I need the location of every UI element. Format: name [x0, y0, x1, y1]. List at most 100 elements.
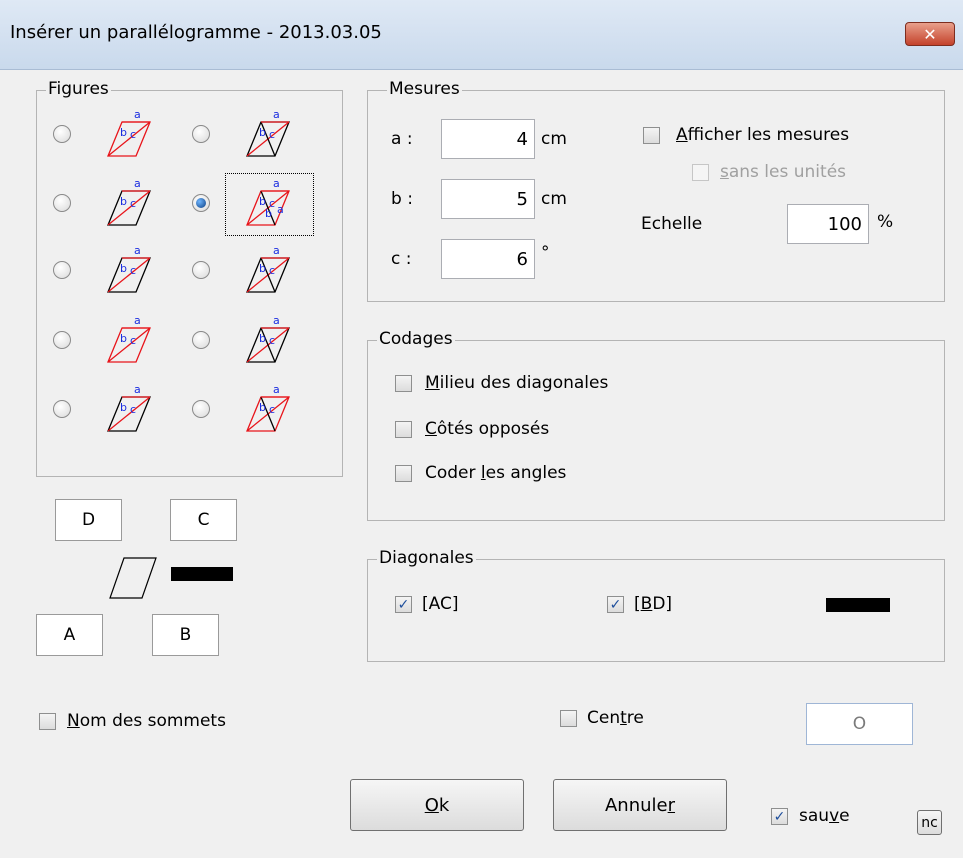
- ok-button[interactable]: Ok: [350, 779, 524, 831]
- nom-sommets-text: om des sommets: [79, 711, 226, 731]
- sauve-mnemonic: v: [829, 806, 840, 826]
- close-button[interactable]: ✕: [905, 22, 955, 46]
- figure-option-4-icon[interactable]: ab c ab: [239, 177, 293, 229]
- figure-option-2-icon[interactable]: ab c: [239, 108, 293, 160]
- sans-unites-label[interactable]: sans les unités: [720, 162, 846, 182]
- sauve-label[interactable]: sauve: [799, 806, 850, 826]
- vertex-c-label: C: [197, 510, 210, 530]
- centre-label[interactable]: Centre: [587, 708, 644, 728]
- figure-option-10-label-3: c: [269, 403, 275, 416]
- measure-c-value: 6: [516, 248, 528, 270]
- vertex-b-box[interactable]: B: [152, 614, 219, 656]
- bd-mnemonic: B: [640, 594, 653, 614]
- figure-option-9-label-1: a: [134, 383, 141, 396]
- figure-option-8-radio[interactable]: [192, 331, 210, 349]
- measure-c-input[interactable]: 6: [441, 239, 535, 279]
- figure-option-2-label-1: a: [273, 108, 280, 121]
- bd-text-pre: [: [634, 594, 641, 614]
- diagonal-bd-checkbox[interactable]: ✓: [607, 596, 624, 613]
- angles-text-pre: Coder: [425, 463, 481, 483]
- measure-a-input[interactable]: 4: [441, 119, 535, 159]
- diagonal-ac-check-icon: ✓: [397, 596, 410, 613]
- centre-name-input[interactable]: O: [806, 703, 913, 745]
- cotes-opposes-label[interactable]: Côtés opposés: [425, 419, 549, 439]
- sauve-check-icon: ✓: [773, 808, 786, 825]
- figure-option-1-icon[interactable]: ab c: [100, 108, 154, 160]
- diagonales-legend: Diagonales: [377, 548, 476, 568]
- figure-option-6-label-2: b: [259, 262, 266, 275]
- milieu-diagonales-checkbox[interactable]: [395, 375, 412, 392]
- vertex-c-box[interactable]: C: [170, 499, 237, 541]
- diagonal-ac-checkbox[interactable]: ✓: [395, 596, 412, 613]
- vertex-a-label: A: [63, 625, 76, 645]
- figure-option-1-label-2: b: [120, 126, 127, 139]
- vertex-a-box[interactable]: A: [36, 614, 103, 656]
- figure-option-6-label-1: a: [273, 244, 280, 257]
- figure-option-7-radio[interactable]: [53, 331, 71, 349]
- diagonal-bd-label[interactable]: [BD]: [634, 594, 672, 614]
- figure-option-10-icon[interactable]: ab c: [239, 383, 293, 435]
- parallelogram-preview-icon: [109, 557, 157, 599]
- coder-angles-label[interactable]: Coder les angles: [425, 463, 566, 483]
- annuler-text: Annule: [604, 794, 668, 816]
- nc-button[interactable]: nc: [917, 810, 942, 835]
- figure-option-4-label-5: b: [265, 207, 272, 220]
- figure-option-6-radio[interactable]: [192, 261, 210, 279]
- figure-option-9-icon[interactable]: ab c: [100, 383, 154, 435]
- figure-option-5-label-2: b: [120, 262, 127, 275]
- figure-option-5-radio[interactable]: [53, 261, 71, 279]
- figure-option-1-radio[interactable]: [53, 125, 71, 143]
- figure-option-3-radio[interactable]: [53, 194, 71, 212]
- afficher-mesures-label[interactable]: Afficher les mesures: [676, 125, 849, 145]
- figure-option-6-label-3: c: [269, 264, 275, 277]
- measure-b-input[interactable]: 5: [441, 179, 535, 219]
- sans-unites-mnemonic: s: [720, 162, 729, 182]
- centre-mnemonic: t: [620, 708, 627, 728]
- figure-option-4-radio[interactable]: [192, 194, 210, 212]
- figure-option-10-radio[interactable]: [192, 400, 210, 418]
- measure-b-label: b :: [391, 189, 413, 209]
- afficher-mesures-mnemonic: A: [676, 125, 688, 145]
- sans-unites-checkbox[interactable]: [692, 164, 709, 181]
- afficher-mesures-text: fficher les mesures: [687, 125, 850, 145]
- milieu-text: ilieu des diagonales: [439, 373, 609, 393]
- cotes-opposes-checkbox[interactable]: [395, 421, 412, 438]
- figure-option-5-icon[interactable]: ab c: [100, 244, 154, 296]
- sauve-checkbox[interactable]: ✓: [771, 808, 788, 825]
- figure-option-5-label-1: a: [134, 244, 141, 257]
- sauve-text-pre: sau: [799, 806, 830, 826]
- line-color-swatch[interactable]: [171, 567, 233, 581]
- figure-option-7-icon[interactable]: ab c: [100, 314, 154, 366]
- figure-option-3-label-1: a: [134, 177, 141, 190]
- diagonal-color-swatch[interactable]: [826, 598, 890, 612]
- angles-text-post: es angles: [485, 463, 567, 483]
- figure-option-1-label-1: a: [134, 108, 141, 121]
- ok-text: k: [438, 794, 450, 816]
- vertex-b-label: B: [179, 625, 192, 645]
- figure-option-9-radio[interactable]: [53, 400, 71, 418]
- nom-sommets-label[interactable]: Nom des sommets: [67, 711, 226, 731]
- figure-option-8-label-1: a: [273, 314, 280, 327]
- measure-a-value: 4: [516, 128, 528, 150]
- milieu-mnemonic: M: [425, 373, 440, 393]
- vertex-d-box[interactable]: D: [55, 499, 122, 541]
- figure-option-9-label-3: c: [130, 403, 136, 416]
- diagonal-ac-label[interactable]: [AC]: [422, 594, 458, 614]
- figure-option-2-radio[interactable]: [192, 125, 210, 143]
- window-title: Insérer un parallélogramme - 2013.03.05: [10, 22, 382, 43]
- figure-option-3-icon[interactable]: ab c: [100, 177, 154, 229]
- figure-option-8-label-3: c: [269, 334, 275, 347]
- figure-option-4-label-4: a: [277, 203, 284, 216]
- figure-option-7-label-1: a: [134, 314, 141, 327]
- milieu-diagonales-label[interactable]: Milieu des diagonales: [425, 373, 608, 393]
- figure-option-4-label-1: a: [273, 177, 280, 190]
- afficher-mesures-checkbox[interactable]: [643, 127, 660, 144]
- coder-angles-checkbox[interactable]: [395, 465, 412, 482]
- centre-checkbox[interactable]: [560, 710, 577, 727]
- figure-option-6-icon[interactable]: ab c: [239, 244, 293, 296]
- nom-sommets-checkbox[interactable]: [39, 713, 56, 730]
- annuler-button[interactable]: Annule r: [553, 779, 727, 831]
- echelle-input[interactable]: 100: [787, 204, 869, 244]
- title-bar[interactable]: Insérer un parallélogramme - 2013.03.05 …: [0, 0, 963, 70]
- figure-option-8-icon[interactable]: ab c: [239, 314, 293, 366]
